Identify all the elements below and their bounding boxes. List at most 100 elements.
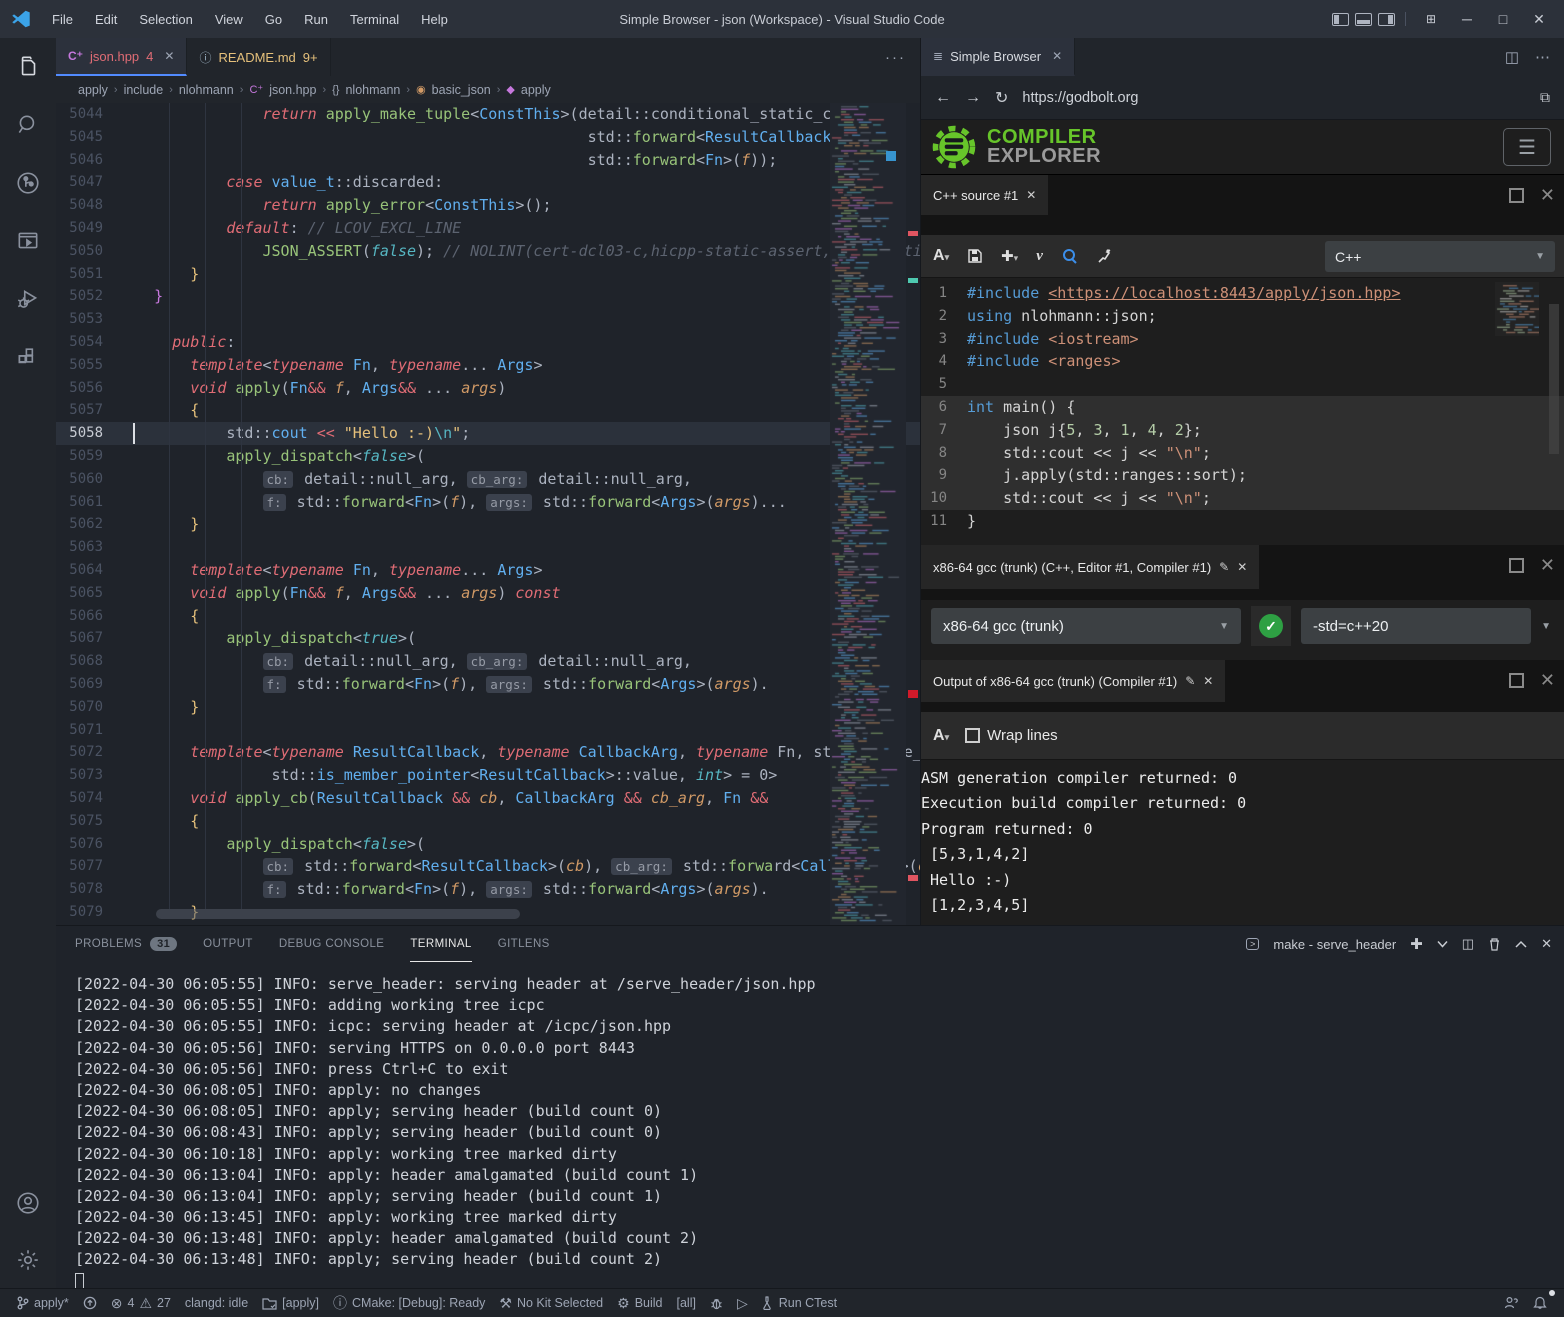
breadcrumb-item[interactable]: apply <box>78 83 108 97</box>
code-line[interactable]: 5046 std::forward<Fn>(f)); <box>56 149 920 172</box>
maximize-button[interactable]: □ <box>1488 11 1518 27</box>
breadcrumb-item[interactable]: apply <box>521 83 551 97</box>
minimap[interactable] <box>830 103 906 925</box>
code-line[interactable]: 5053 <box>56 308 920 331</box>
breadcrumb-item[interactable]: json.hpp <box>269 83 316 97</box>
close-pane-icon[interactable]: ✕ <box>1540 670 1555 691</box>
toggle-secondary-sidebar-icon[interactable] <box>1378 13 1395 26</box>
source-control-icon[interactable] <box>0 154 56 212</box>
menu-run[interactable]: Run <box>294 8 338 31</box>
tab-problems[interactable]: PROBLEMS31 <box>75 926 177 962</box>
extensions-icon[interactable] <box>0 328 56 386</box>
code-line[interactable]: 5052 } <box>56 285 920 308</box>
editor-actions-more-icon[interactable]: ··· <box>871 49 920 66</box>
code-line[interactable]: 4#include <ranges> <box>921 350 1564 373</box>
code-line[interactable]: 5 <box>921 373 1564 396</box>
vertical-scrollbar[interactable] <box>1549 304 1559 454</box>
run-panel-icon[interactable] <box>0 212 56 270</box>
zoom-cpp-icon[interactable] <box>1061 248 1078 265</box>
code-line[interactable]: 5054 public: <box>56 331 920 354</box>
kit-select-item[interactable]: ⚒ No Kit Selected <box>492 1292 610 1314</box>
search-icon[interactable] <box>0 96 56 154</box>
breadcrumb-item[interactable]: basic_json <box>432 83 491 97</box>
compiler-select[interactable]: x86-64 gcc (trunk) ▼ <box>931 608 1241 644</box>
sync-changes-item[interactable] <box>76 1292 104 1314</box>
code-line[interactable]: 3#include <iostream> <box>921 328 1564 351</box>
toggle-sidebar-icon[interactable] <box>1332 13 1349 26</box>
language-select[interactable]: C++ ▼ <box>1325 241 1555 272</box>
menu-edit[interactable]: Edit <box>85 8 127 31</box>
close-pane-icon[interactable]: ✕ <box>1203 674 1213 688</box>
code-line[interactable]: 5045 std::forward<ResultCallback>(cb), <box>56 126 920 149</box>
code-line[interactable]: 5067 apply_dispatch<true>( <box>56 627 920 650</box>
url-input[interactable]: https://godbolt.org <box>1022 90 1526 106</box>
tab-gitlens[interactable]: GITLENS <box>498 926 550 962</box>
code-line[interactable]: 5066 { <box>56 605 920 628</box>
close-pane-icon[interactable]: ✕ <box>1540 555 1555 576</box>
forward-icon[interactable]: → <box>965 89 981 107</box>
code-line[interactable]: 5070 } <box>56 696 920 719</box>
font-size-icon[interactable]: A▾ <box>933 727 949 745</box>
split-terminal-icon[interactable]: ◫ <box>1462 936 1474 952</box>
code-editor[interactable]: 5044 return apply_make_tuple<ConstThis>(… <box>56 103 920 925</box>
more-actions-icon[interactable]: ⋯ <box>1535 48 1550 66</box>
wrap-lines-checkbox[interactable]: Wrap lines <box>965 727 1058 744</box>
maximize-panel-icon[interactable] <box>1515 940 1527 948</box>
code-line[interactable]: 5057 { <box>56 399 920 422</box>
menu-terminal[interactable]: Terminal <box>340 8 409 31</box>
close-tab-icon[interactable]: ✕ <box>1052 49 1062 63</box>
output-pane-tab[interactable]: Output of x86-64 gcc (trunk) (Compiler #… <box>921 660 1225 702</box>
problems-status-item[interactable]: ⊗4 ⚠27 <box>104 1292 178 1314</box>
horizontal-scrollbar[interactable] <box>156 909 520 919</box>
breadcrumb-item[interactable]: nlohmann <box>345 83 400 97</box>
code-line[interactable]: 5058 std::cout << "Hello :-)\n"; <box>56 422 920 445</box>
code-line[interactable]: 5050 JSON_ASSERT(false); // NOLINT(cert-… <box>56 240 920 263</box>
toggle-panel-icon[interactable] <box>1355 13 1372 26</box>
edit-pane-title-icon[interactable]: ✎ <box>1219 560 1229 574</box>
add-pane-icon[interactable]: ✚▾ <box>1001 247 1018 265</box>
options-dropdown-icon[interactable]: ▼ <box>1541 621 1555 632</box>
open-external-icon[interactable]: ⧉ <box>1540 89 1550 106</box>
clangd-status-item[interactable]: clangd: idle <box>178 1292 255 1314</box>
code-line[interactable]: 5044 return apply_make_tuple<ConstThis>(… <box>56 103 920 126</box>
code-line[interactable]: 5075 { <box>56 810 920 833</box>
minimize-button[interactable]: ─ <box>1452 11 1482 27</box>
tab-debug-console[interactable]: DEBUG CONSOLE <box>279 926 385 962</box>
code-line[interactable]: 5074 void apply_cb(ResultCallback && cb,… <box>56 787 920 810</box>
build-button-item[interactable]: ⚙ Build <box>610 1292 669 1314</box>
close-pane-icon[interactable]: ✕ <box>1026 188 1036 202</box>
breadcrumb-item[interactable]: nlohmann <box>179 83 234 97</box>
font-size-icon[interactable]: A▾ <box>933 247 949 265</box>
code-line[interactable]: 5071 <box>56 719 920 742</box>
code-line[interactable]: 5056 void apply(Fn&& f, Args&& ... args) <box>56 377 920 400</box>
tab-simple-browser[interactable]: ≣ Simple Browser ✕ <box>921 38 1075 76</box>
active-folder-item[interactable]: [apply] <box>255 1292 326 1314</box>
code-line[interactable]: 5062 } <box>56 513 920 536</box>
code-line[interactable]: 5065 void apply(Fn&& f, Args&& ... args)… <box>56 582 920 605</box>
terminal-session-label[interactable]: make - serve_header <box>1273 937 1396 952</box>
code-line[interactable]: 5061 f: std::forward<Fn>(f), args: std::… <box>56 491 920 514</box>
ctest-item[interactable]: Run CTest <box>755 1292 844 1314</box>
kill-terminal-icon[interactable] <box>1488 937 1501 951</box>
code-line[interactable]: 5069 f: std::forward<Fn>(f), args: std::… <box>56 673 920 696</box>
menu-file[interactable]: File <box>42 8 83 31</box>
debug-icon[interactable] <box>0 270 56 328</box>
back-icon[interactable]: ← <box>935 89 951 107</box>
account-icon[interactable] <box>0 1174 56 1232</box>
feedback-item[interactable] <box>1497 1292 1526 1314</box>
close-pane-icon[interactable]: ✕ <box>1237 560 1247 574</box>
menu-selection[interactable]: Selection <box>129 8 202 31</box>
code-line[interactable]: 7 json j{5, 3, 1, 4, 2}; <box>921 419 1564 442</box>
settings-gear-icon[interactable] <box>0 1232 56 1288</box>
debug-target-item[interactable] <box>703 1292 730 1314</box>
code-line[interactable]: 5077 cb: std::forward<ResultCallback>(cb… <box>56 855 920 878</box>
code-line[interactable]: 5063 <box>56 536 920 559</box>
git-branch-item[interactable]: apply* <box>10 1292 76 1314</box>
terminal-content[interactable]: [2022-04-30 06:05:55] INFO: serve_header… <box>56 962 1564 1288</box>
menu-view[interactable]: View <box>205 8 253 31</box>
menu-help[interactable]: Help <box>411 8 458 31</box>
code-line[interactable]: 9 j.apply(std::ranges::sort); <box>921 464 1564 487</box>
explorer-icon[interactable] <box>0 38 56 96</box>
code-line[interactable]: 11} <box>921 510 1564 533</box>
cmake-status-item[interactable]: ⓘ CMake: [Debug]: Ready <box>326 1292 492 1314</box>
